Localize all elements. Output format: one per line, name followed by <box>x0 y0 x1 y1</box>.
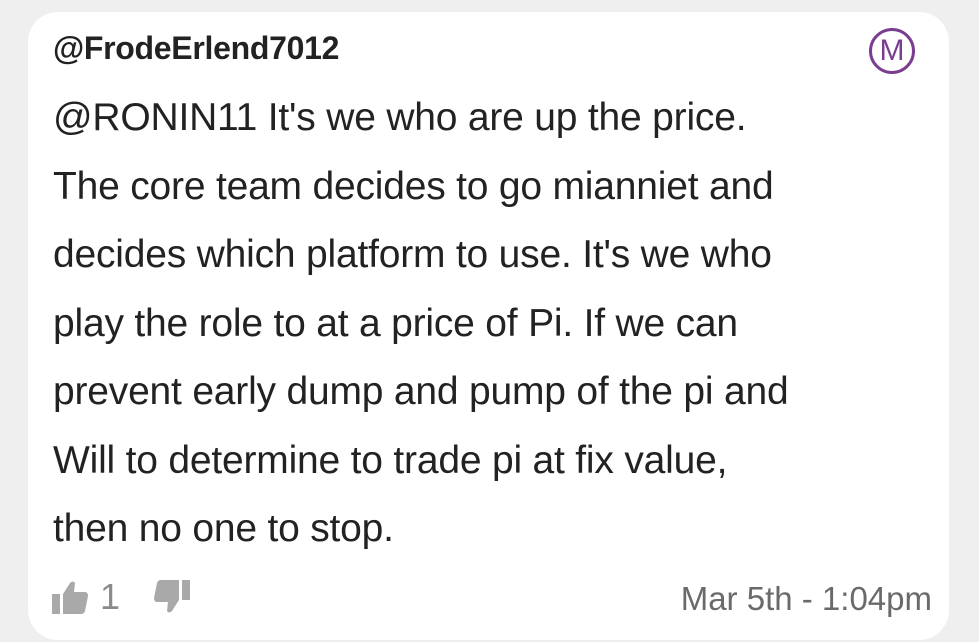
moderator-badge-icon: M <box>869 28 915 74</box>
comment-line: The core team decides to go mianniet and <box>53 164 774 208</box>
comment-line: @RONIN11 It's we who are up the price. <box>53 96 747 139</box>
comment-line: decides which platform to use. It's we w… <box>53 233 772 276</box>
comment-line: Will to determine to trade pi at fix val… <box>53 438 728 482</box>
like-count: 1 <box>100 576 121 617</box>
comment-line: then no one to stop. <box>53 507 394 550</box>
comment-line: play the role to at a price of Pi. If we… <box>53 301 738 345</box>
comment-line: prevent early dump and pump of the pi an… <box>53 370 789 413</box>
comment-username[interactable]: @FrodeErlend7012 <box>53 30 339 67</box>
thumbs-down-icon[interactable] <box>152 576 192 616</box>
comment-timestamp: Mar 5th - 1:04pm <box>680 580 932 617</box>
comment-footer: 1 Mar 5th - 1:04pm <box>50 572 932 622</box>
comment-body: @RONIN11 It's we who are up the price. T… <box>53 84 933 564</box>
comment-card: @FrodeErlend7012 M @RONIN11 It's we who … <box>28 12 949 640</box>
thumbs-up-icon[interactable] <box>50 578 90 618</box>
